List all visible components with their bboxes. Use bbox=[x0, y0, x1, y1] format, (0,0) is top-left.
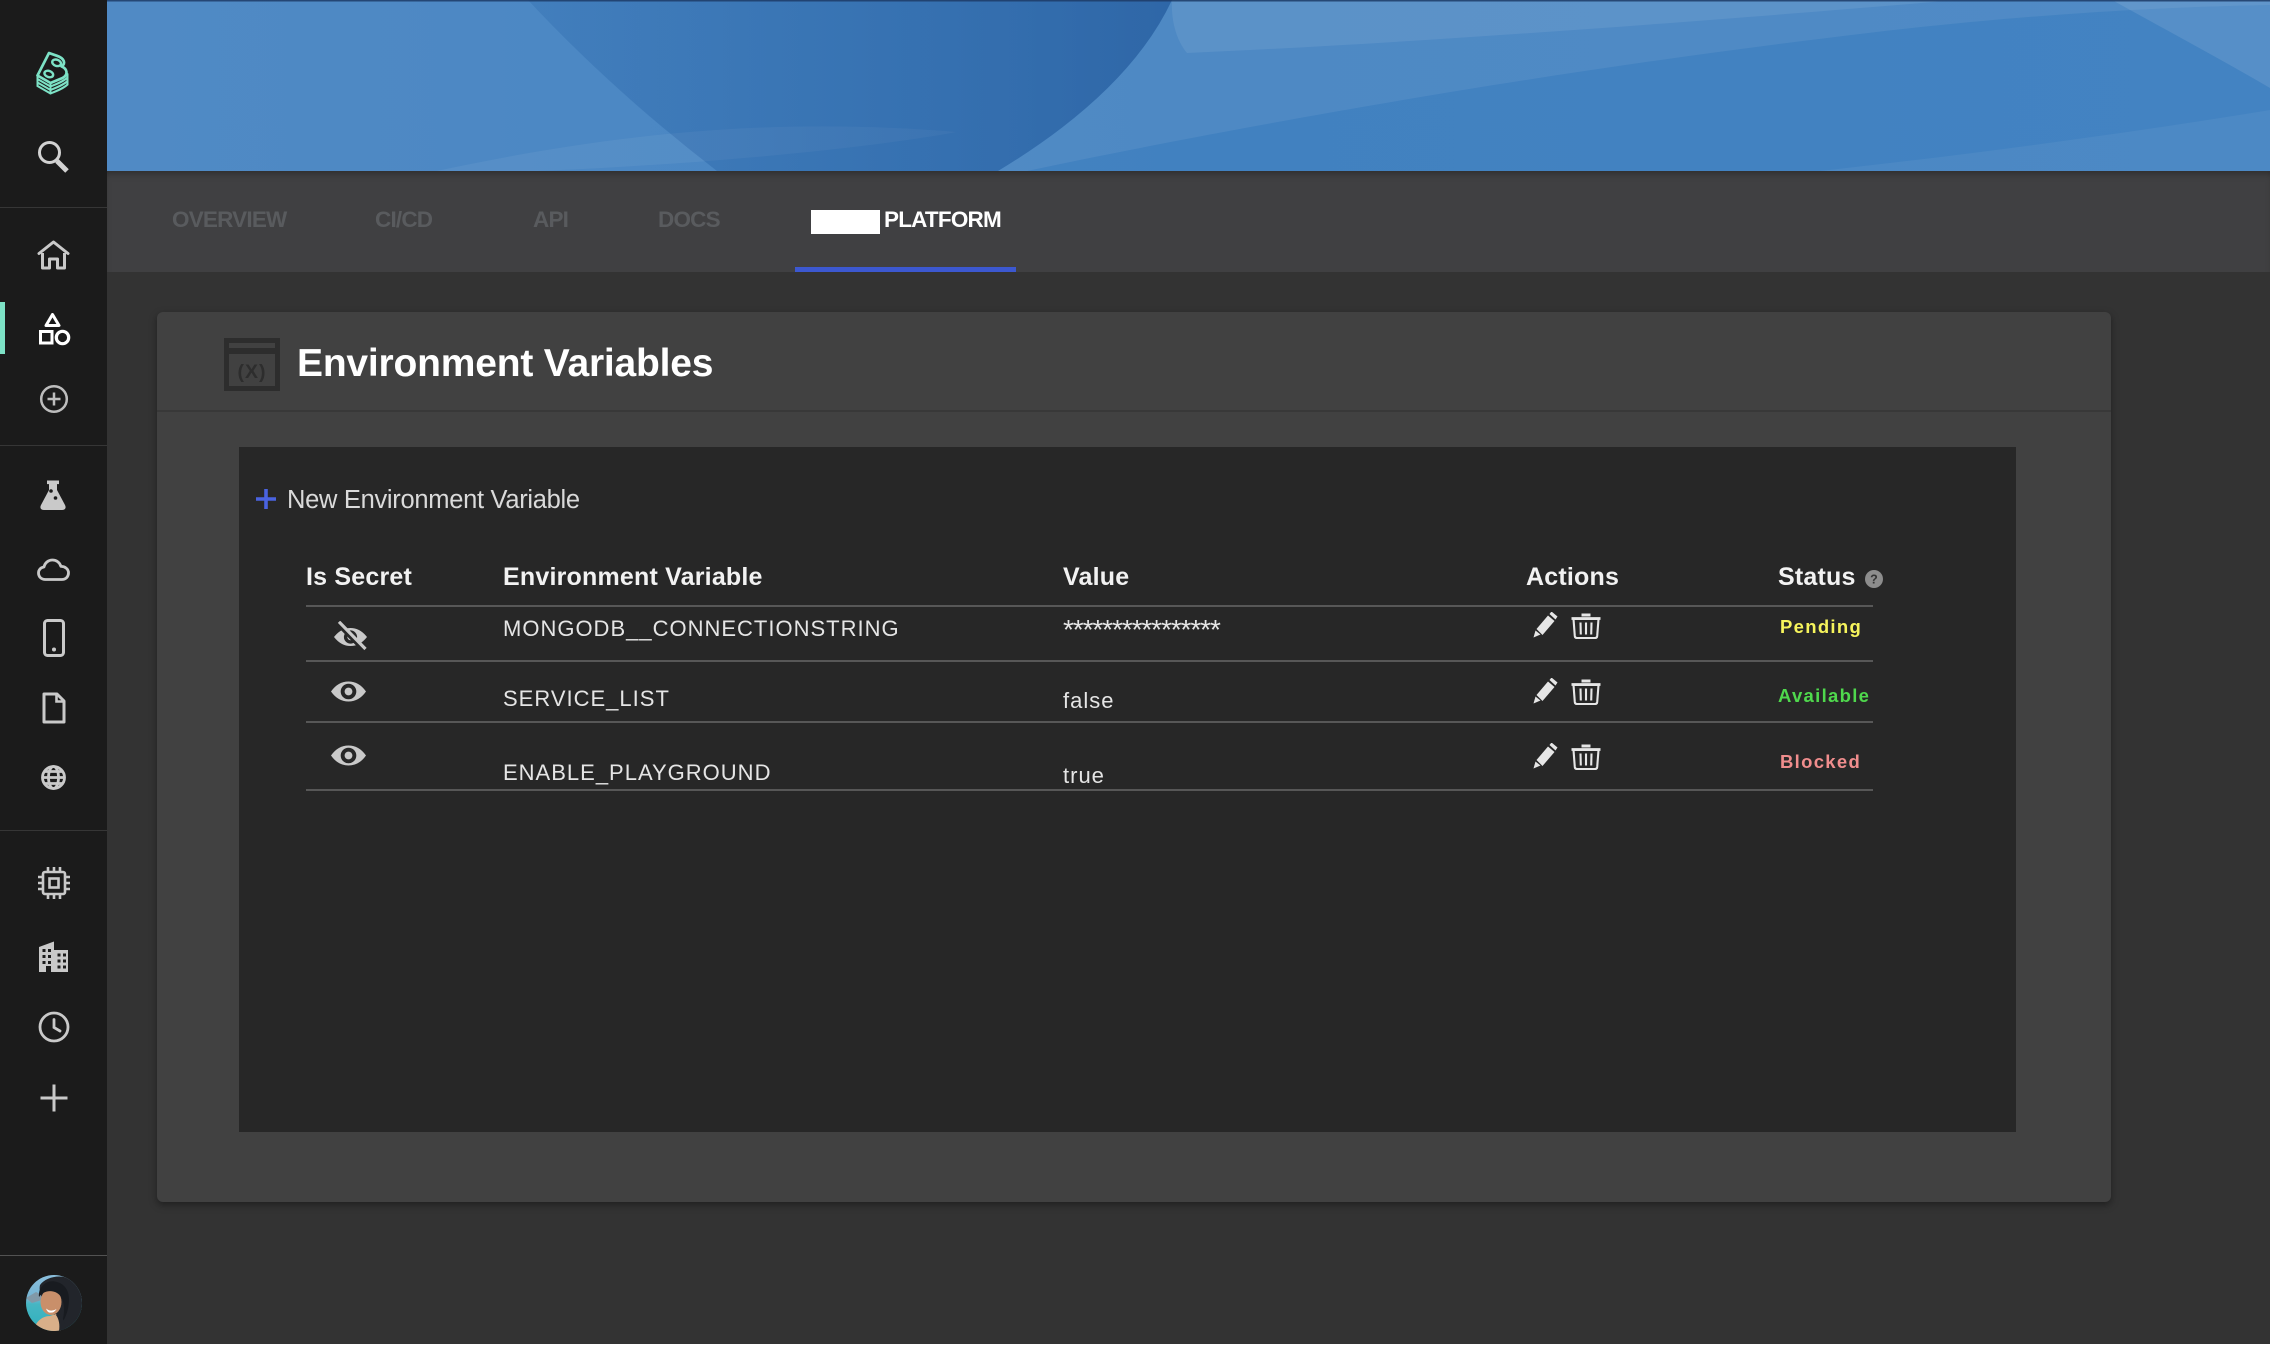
svg-text:?: ? bbox=[1870, 573, 1878, 587]
svg-text:(X): (X) bbox=[238, 361, 267, 383]
